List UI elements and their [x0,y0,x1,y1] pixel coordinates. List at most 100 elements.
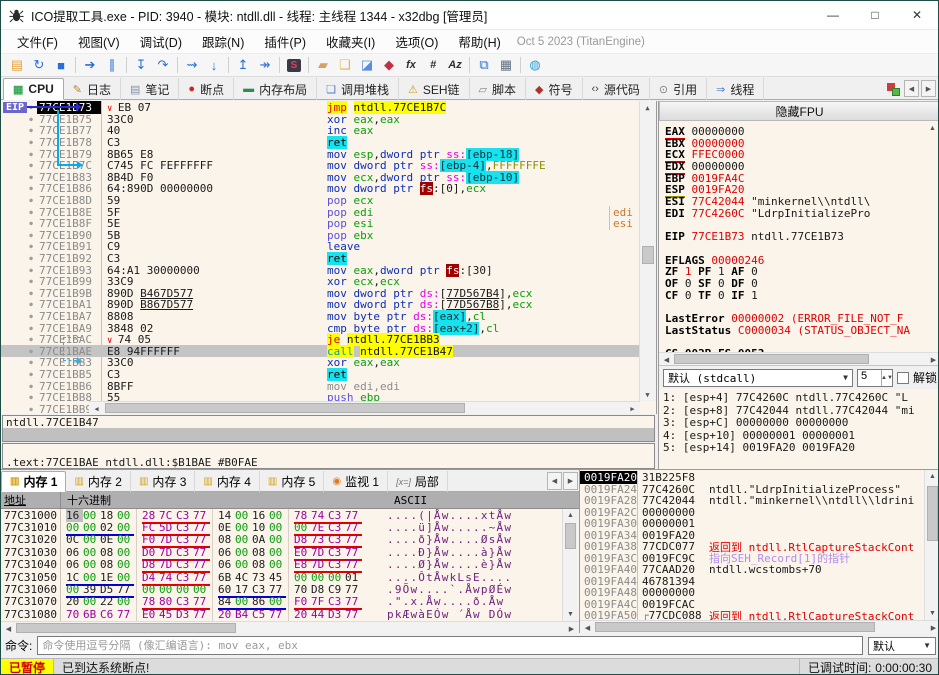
step-over-icon[interactable]: ↷ [152,55,174,75]
dump-byte[interactable]: 7D [159,533,176,546]
dump-byte[interactable]: 06 [218,546,235,559]
dump-byte[interactable]: 45 [269,571,286,584]
dump-byte[interactable]: 6B [83,608,100,621]
dump-byte[interactable]: 73 [252,571,269,584]
dump-byte[interactable]: 20 [294,608,311,621]
dump-byte[interactable]: 00 [235,595,252,608]
dump-byte[interactable]: C3 [176,558,193,571]
scroll-down-icon[interactable]: ▼ [640,388,655,401]
tab-cpu[interactable]: ▦ CPU [3,78,64,100]
register-line[interactable] [665,300,923,312]
dump-byte[interactable]: 08 [252,546,269,559]
dump-byte[interactable]: 08 [100,546,117,559]
strings-icon[interactable]: Aᴢ [444,55,466,75]
disasm-row[interactable]: ● 77CE1B90 5B pop ebx [1,228,640,242]
tab-threads[interactable]: ⇒ 线程 [707,78,765,100]
minimize-button[interactable]: — [812,1,854,30]
argument-row[interactable]: 4: [esp+10] 00000001 00000001 [663,429,929,442]
dump-byte[interactable]: C5 [252,608,269,621]
dump-row[interactable]: 77C31000 16 00 18 00 28 7C C3 77 14 00 16 00 78 74 C3 77… [1,508,561,524]
breakpoint-dot-icon[interactable]: ● [25,301,37,308]
dump-byte[interactable]: 06 [66,546,83,559]
step-into-icon[interactable]: ↧ [130,55,152,75]
register-line[interactable]: ZF 1 PF 1 AF 0 [665,265,923,278]
dump-byte[interactable]: 00 [235,546,252,559]
dump-byte[interactable]: C9 [328,583,345,596]
breakpoint-dot-icon[interactable]: ● [25,406,37,413]
tab-symbols[interactable]: ◆ 符号 [526,78,583,100]
breakpoint-dot-icon[interactable]: ● [25,116,37,123]
dump-byte[interactable]: 77 [345,509,362,522]
dump-byte[interactable]: 70 [294,583,311,596]
calculator-icon[interactable]: ▦ [495,55,517,75]
calling-convention-select[interactable]: 默认 (stdcall) ▼ [663,368,853,387]
dump-byte[interactable]: 86 [252,595,269,608]
dump-byte[interactable]: C3 [176,546,193,559]
register-line[interactable]: ESP 0019FA20 [665,183,923,199]
disasm-row[interactable]: ● 77CE1B73 ∨ EB 07 jmp ntdll.77CE1B7C [1,101,640,115]
stack-rows[interactable]: 0019FA20 31B225F8 0019FA24 77C4260C ntdll."L… [580,471,924,623]
stack-hscroll-thumb[interactable] [595,622,875,632]
disasm-row[interactable]: ● 77CE1B75 33C0 xor eax,eax [1,112,640,126]
tab-scroll-left-button[interactable]: ◀ [904,80,919,97]
dump-vscroll-thumb[interactable] [565,523,576,549]
dump-byte[interactable]: 00 [193,583,210,596]
dump-byte[interactable]: 00 [142,583,159,596]
stop-icon[interactable]: ■ [50,55,72,75]
breakpoint-dot-icon[interactable]: ● [25,278,37,285]
tab-source[interactable]: ‹› 源代码 [583,78,650,100]
register-line[interactable]: EBP 0019FA4C [665,172,923,185]
registers-hscroll-thumb[interactable] [674,354,869,364]
scroll-left-icon[interactable]: ◀ [89,402,104,414]
register-line[interactable] [665,219,923,231]
dump-byte[interactable]: 00 [311,571,328,584]
menu-item-帮[interactable]: 帮助(H) [448,32,510,51]
restart-icon[interactable]: ↻ [28,55,50,75]
breakpoint-dot-icon[interactable]: ● [25,255,37,262]
register-line[interactable]: LastStatus C0000034 (STATUS_OBJECT_NA [665,324,923,337]
dump-byte[interactable]: 00 [159,583,176,596]
dump-byte[interactable]: 7D [159,558,176,571]
dump-byte[interactable]: 0A [252,533,269,546]
tab-notes[interactable]: ▤ 笔记 [121,78,180,100]
dump-row[interactable]: 77C31080 70 6B C6 77 E0 45 D3 77 20 B4 C5 77 20 44 D3 77… [1,607,561,623]
bookmarks-icon[interactable]: ◆ [378,55,400,75]
breakpoint-dot-icon[interactable]: ● [25,162,37,169]
dump-byte[interactable]: 00 [83,595,100,608]
dump-byte[interactable]: 39 [83,583,100,596]
dump-byte[interactable]: 02 [100,521,117,534]
dump-vscrollbar[interactable]: ▲ ▼ [562,509,578,621]
open-file-icon[interactable]: ▤ [6,55,28,75]
tab-script[interactable]: ▱ 脚本 [470,78,527,100]
disasm-row[interactable]: ● 77CE1BB5 C3 ret [1,367,640,381]
dump-byte[interactable]: 74 [311,509,328,522]
dump-byte[interactable]: C3 [328,521,345,534]
dump-byte[interactable]: 17 [235,583,252,596]
dump-byte[interactable]: 7D [311,546,328,559]
dump-byte[interactable]: 00 [83,546,100,559]
disasm-row[interactable]: ● 77CE1B8E 5F pop edi edi [1,205,640,219]
dump-byte[interactable]: 0E [100,533,117,546]
dump-byte[interactable]: 08 [252,558,269,571]
disasm-row[interactable]: ● 77CE1B78 C3 ret [1,136,640,150]
breakpoint-dot-icon[interactable]: ● [25,197,37,204]
dump-byte[interactable]: 20 [218,608,235,621]
menu-item-视[interactable]: 视图(V) [68,32,130,51]
disasm-row[interactable]: ● 77CE1BB3 33C0 xor eax,eax [1,356,640,370]
scroll-up-icon[interactable]: ▲ [640,101,655,114]
dump-byte[interactable]: 00 [117,546,134,559]
argument-row[interactable]: 1: [esp+4] 77C4260C ntdll.77C4260C "L [663,391,929,404]
about-icon[interactable]: ◍ [524,55,546,75]
trace-into-icon[interactable]: ⇝ [181,55,203,75]
breakpoint-dot-icon[interactable]: ● [25,394,37,401]
dump-byte[interactable]: D8 [294,533,311,546]
tab-scroll-right-button[interactable]: ▶ [921,80,936,97]
scroll-up-icon[interactable]: ▲ [925,122,938,135]
dump-byte[interactable]: 0C [66,533,83,546]
dump-byte[interactable]: 00 [117,571,134,584]
dump-byte[interactable]: 00 [294,521,311,534]
dump-byte[interactable]: 08 [218,533,235,546]
tab-log[interactable]: ✎ 日志 [64,78,121,100]
dump-byte[interactable]: C3 [252,583,269,596]
dump-byte[interactable]: 77 [193,571,210,584]
